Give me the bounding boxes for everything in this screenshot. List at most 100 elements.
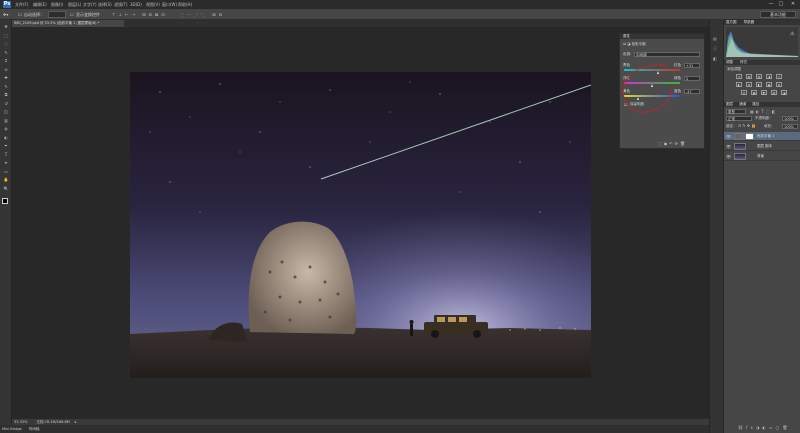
workspace-dropdown[interactable]: 基本功能 bbox=[760, 11, 796, 18]
menu-select[interactable]: 选择(S) bbox=[98, 2, 112, 8]
layer-row[interactable]: 👁 背景 bbox=[724, 152, 800, 161]
tab-navigator[interactable]: 导航器 bbox=[744, 20, 755, 24]
pen-icon[interactable]: ✒ bbox=[2, 143, 10, 149]
night-photo[interactable] bbox=[130, 72, 591, 378]
blur-icon[interactable]: ◍ bbox=[2, 126, 10, 132]
add-adjustment-label: 添加调整 bbox=[727, 67, 741, 71]
slider-value-input[interactable]: +31 bbox=[684, 63, 700, 68]
adjustment-icon[interactable]: ◧ bbox=[756, 82, 762, 87]
history-brush-icon[interactable]: ↺ bbox=[2, 101, 10, 107]
marquee-icon[interactable]: ⬚ bbox=[2, 33, 10, 39]
adjustment-icon[interactable]: ◪ bbox=[781, 90, 787, 95]
eyedropper-icon[interactable]: ⊘ bbox=[2, 67, 10, 73]
adjustment-icon[interactable]: ▨ bbox=[756, 74, 762, 79]
opacity-input[interactable]: 100% bbox=[782, 116, 798, 121]
adjustment-icon[interactable]: ⊘ bbox=[741, 90, 747, 95]
menu-image[interactable]: 图像(I) bbox=[51, 2, 63, 8]
quick-select-icon[interactable]: ✎ bbox=[2, 50, 10, 56]
menu-view[interactable]: 视图(V) bbox=[146, 2, 160, 8]
menu-edit[interactable]: 编辑(E) bbox=[33, 2, 47, 8]
zoom-level[interactable]: 33.33% bbox=[14, 420, 27, 424]
tab-paths[interactable]: 路径 bbox=[752, 102, 759, 106]
adjustment-icon[interactable]: ▤ bbox=[746, 74, 752, 79]
slider-value-input[interactable]: 0 bbox=[684, 76, 700, 81]
fill-input[interactable]: 100% bbox=[782, 124, 798, 129]
doc-info-arrow-icon[interactable]: ▸ bbox=[75, 420, 77, 424]
dodge-icon[interactable]: ◐ bbox=[2, 135, 10, 141]
show-transform-checkbox[interactable]: ☐ bbox=[70, 11, 74, 18]
menu-3d[interactable]: 3D(D) bbox=[130, 2, 142, 8]
auto-select-checkbox[interactable]: ☐ bbox=[18, 11, 22, 18]
layer-row[interactable]: 👁 色彩平衡 1 bbox=[724, 132, 800, 141]
layer-mask-thumbnail[interactable] bbox=[745, 133, 754, 140]
type-icon[interactable]: T bbox=[2, 152, 10, 158]
crop-icon[interactable]: ⌗ bbox=[2, 58, 10, 64]
auto-select-dropdown[interactable] bbox=[48, 11, 66, 18]
stamp-icon[interactable]: ⧉ bbox=[2, 92, 10, 98]
minibridge-tab[interactable]: Mini Bridge bbox=[2, 427, 22, 431]
path-select-icon[interactable]: ➤ bbox=[2, 160, 10, 166]
adjustment-icon[interactable]: ◑ bbox=[766, 74, 772, 79]
zoom-icon[interactable]: 🔍 bbox=[2, 186, 10, 192]
layers-footer-icons[interactable]: ⛓fx◑◐▭▢🗑 bbox=[738, 425, 798, 431]
menu-file[interactable]: 文件(F) bbox=[15, 2, 28, 8]
adjustment-icon[interactable]: ▦ bbox=[751, 90, 757, 95]
foreground-color-swatch[interactable] bbox=[2, 198, 8, 204]
minimize-button[interactable]: — bbox=[766, 1, 776, 8]
tab-styles[interactable]: 样式 bbox=[740, 60, 747, 64]
move-tool-preset-icon[interactable]: ✥▾ bbox=[3, 11, 8, 18]
lock-icons[interactable]: ⊡✎✥🔒 bbox=[738, 123, 757, 128]
adjustment-icon[interactable]: ☀ bbox=[736, 74, 742, 79]
properties-icon[interactable]: ◧ bbox=[713, 56, 721, 62]
adjustment-icon[interactable]: ◐ bbox=[736, 82, 742, 87]
shape-icon[interactable]: ▭ bbox=[2, 169, 10, 175]
adjustment-layer-thumbnail[interactable] bbox=[734, 133, 743, 140]
adjustment-icon[interactable]: ⚖ bbox=[746, 82, 752, 87]
brush-icon[interactable]: ✎ bbox=[2, 84, 10, 90]
maximize-button[interactable]: □ bbox=[776, 1, 786, 8]
layer-filter-icons[interactable]: ▦◐T⬚◧ bbox=[750, 109, 777, 114]
menu-help[interactable]: 帮助(H) bbox=[178, 2, 192, 8]
align-icons[interactable]: ⊤⊥⊢⊣ ⊞⊟⊠⊡ bbox=[112, 11, 168, 18]
layer-name[interactable]: 背景 bbox=[757, 152, 764, 161]
visibility-eye-icon[interactable]: 👁 bbox=[726, 154, 731, 159]
tone-dropdown[interactable]: 中间调 bbox=[634, 52, 700, 57]
close-button[interactable]: ✕ bbox=[788, 1, 798, 8]
distribute-icons[interactable]: ⋮⋯⋰⋱ ⊞⊟ bbox=[180, 11, 225, 18]
layer-name[interactable]: 图层 副本 bbox=[757, 142, 772, 151]
menu-filter[interactable]: 滤镜(T) bbox=[114, 2, 128, 8]
eraser-icon[interactable]: ◫ bbox=[2, 109, 10, 115]
layer-filter-kind[interactable]: 类型 bbox=[726, 109, 746, 114]
adjustment-icon[interactable]: ⊕ bbox=[776, 82, 782, 87]
layer-thumbnail[interactable] bbox=[734, 143, 746, 150]
layer-name[interactable]: 色彩平衡 1 bbox=[757, 132, 774, 141]
properties-footer-icons[interactable]: ⬚◉↶⟳🗑 bbox=[658, 141, 704, 147]
blend-mode-dropdown[interactable]: 正常 bbox=[726, 116, 752, 121]
tab-histogram[interactable]: 直方图 bbox=[726, 20, 737, 24]
adjustment-icon[interactable]: ◩ bbox=[761, 90, 767, 95]
adjustment-icon[interactable]: ▧ bbox=[771, 90, 777, 95]
layer-row[interactable]: 👁 图层 副本 bbox=[724, 142, 800, 151]
tab-adjustments[interactable]: 调整 bbox=[726, 60, 733, 64]
tab-channels[interactable]: 通道 bbox=[739, 102, 746, 106]
gradient-icon[interactable]: ▥ bbox=[2, 118, 10, 124]
menu-layer[interactable]: 图层(L) bbox=[68, 2, 81, 8]
tab-layers[interactable]: 图层 bbox=[726, 102, 733, 106]
menu-window[interactable]: 窗口(W) bbox=[162, 2, 177, 8]
healing-icon[interactable]: ✚ bbox=[2, 75, 10, 81]
layer-thumbnail[interactable] bbox=[734, 153, 746, 160]
visibility-eye-icon[interactable]: 👁 bbox=[726, 134, 731, 139]
visibility-eye-icon[interactable]: 👁 bbox=[726, 144, 731, 149]
timeline-tab[interactable]: 时间轴 bbox=[29, 427, 40, 431]
move-icon[interactable]: ✥ bbox=[2, 24, 10, 30]
history-icon[interactable]: ▤ bbox=[713, 36, 721, 42]
slider-value-input[interactable]: -47 bbox=[684, 89, 700, 94]
adjustment-icon[interactable]: ▽ bbox=[776, 74, 782, 79]
info-icon[interactable]: ⓘ bbox=[713, 46, 721, 52]
menu-type[interactable]: 文字(Y) bbox=[83, 2, 97, 8]
minibridge-bar: Mini Bridge 时间轴 bbox=[0, 425, 709, 433]
lasso-icon[interactable]: ◌ bbox=[2, 41, 10, 47]
document-tab[interactable]: IMG_2109.psd @ 33.3% (色彩平衡 1, 图层蒙版/8) * bbox=[12, 20, 124, 27]
hand-icon[interactable]: ✋ bbox=[2, 177, 10, 183]
adjustment-icon[interactable]: ▣ bbox=[766, 82, 772, 87]
